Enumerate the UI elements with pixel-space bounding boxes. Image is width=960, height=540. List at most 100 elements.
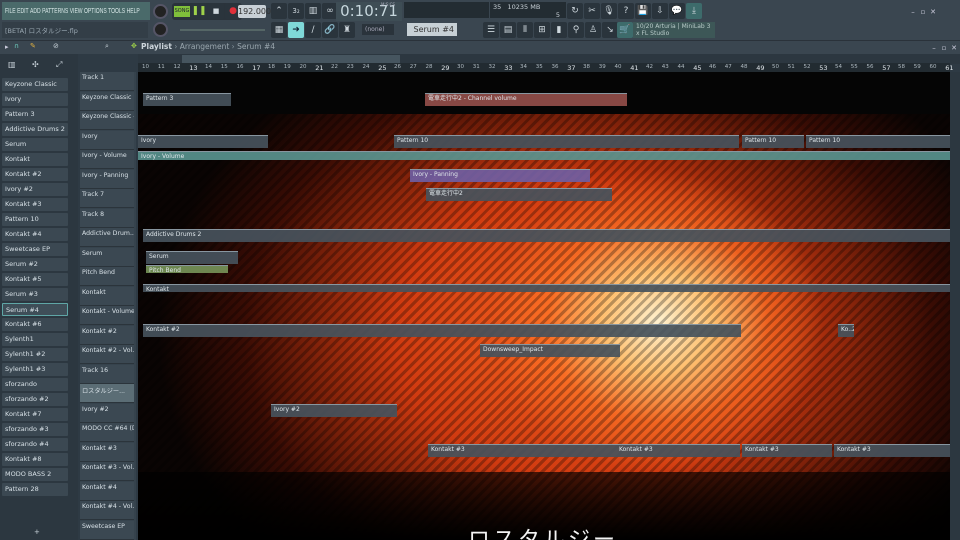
automation-clip-icon[interactable]: ⤢ <box>56 60 62 70</box>
save-icon[interactable]: 💾 <box>635 3 651 19</box>
pattern-item[interactable]: Kontakt #3 <box>2 198 68 211</box>
menu-help[interactable]: HELP <box>127 8 140 15</box>
breadcrumb-pattern[interactable]: Serum #4 <box>237 42 275 51</box>
pattern-item[interactable]: sforzando #3 <box>2 423 68 436</box>
cut-icon[interactable]: ✂ <box>584 3 600 19</box>
song-mode-toggle[interactable]: SONG <box>174 6 190 17</box>
pattern-item[interactable]: Addictive Drums 2 <box>2 123 68 136</box>
menu-view[interactable]: VIEW <box>70 8 83 15</box>
playlist-arrangement[interactable]: Pattern 3 電車走行中2 - Channel volume Ivory … <box>138 72 950 540</box>
clip-pattern-3[interactable]: Pattern 3 <box>143 93 231 106</box>
clip-kontakt-3[interactable]: Kontakt #3 <box>742 444 832 457</box>
track-header[interactable]: Addictive Drum... <box>80 228 134 247</box>
clip-channel-volume[interactable]: 電車走行中2 - Channel volume <box>425 93 627 106</box>
pattern-item[interactable]: Serum #2 <box>2 258 68 271</box>
clip-train[interactable]: 電車走行中2 <box>426 188 612 201</box>
pitch-slider[interactable] <box>180 29 265 31</box>
clip-ivory-panning[interactable]: Ivory - Panning <box>410 169 590 182</box>
master-pitch-knob[interactable] <box>153 22 168 37</box>
track-header[interactable]: Track 16 <box>80 364 134 384</box>
pattern-item[interactable]: Kontakt #5 <box>2 273 68 286</box>
pattern-item[interactable]: Kontakt <box>2 153 68 166</box>
clip-kontakt-3[interactable]: Kontakt #3 <box>616 444 740 457</box>
pattern-item[interactable]: Sylenth1 <box>2 333 68 346</box>
track-header[interactable]: Kontakt #2 - Vol... <box>80 345 134 364</box>
clip-downsweep-impact[interactable]: Downsweep_Impact <box>480 344 620 357</box>
minimize-button[interactable]: – <box>909 8 917 16</box>
track-header[interactable]: Kontakt #4 - Vol... <box>80 501 134 520</box>
clip-ivory-2[interactable]: Ivory #2 <box>271 404 397 417</box>
pattern-item[interactable]: Kontakt #2 <box>2 168 68 181</box>
track-header[interactable]: Ivory <box>80 130 134 150</box>
pattern-item[interactable]: Serum <box>2 138 68 151</box>
link-icon[interactable]: 🔗 <box>322 22 338 38</box>
clip-serum[interactable]: Serum <box>146 251 238 264</box>
clip-ko-2[interactable]: Ko..2 <box>838 324 854 337</box>
typing-keyboard-icon[interactable]: ▦ <box>271 22 287 38</box>
tempo-tapper-icon[interactable]: ♙ <box>585 22 601 38</box>
zoom-tool-icon[interactable]: ⌕ <box>105 42 109 51</box>
stop-button[interactable]: ■ <box>208 3 224 19</box>
vertical-scrollbar[interactable] <box>950 72 960 540</box>
clip-ivory[interactable]: Ivory <box>138 135 268 148</box>
pattern-item[interactable]: sforzando <box>2 378 68 391</box>
pattern-item[interactable]: Kontakt #4 <box>2 228 68 241</box>
pattern-item[interactable]: Serum #3 <box>2 288 68 301</box>
pattern-item[interactable]: Sweetcase EP <box>2 243 68 256</box>
track-header[interactable]: Pitch Bend <box>80 267 134 286</box>
track-header[interactable]: Kontakt <box>80 286 134 306</box>
master-volume-knob[interactable] <box>153 4 168 19</box>
clip-pattern-10[interactable]: Pattern 10 <box>806 135 950 148</box>
automation-icon[interactable]: ∕ <box>305 22 321 38</box>
pattern-item[interactable]: Pattern 10 <box>2 213 68 226</box>
mixer-icon[interactable]: ⫴ <box>517 22 533 38</box>
draw-tool-icon[interactable]: ✎ <box>30 42 36 50</box>
pattern-item[interactable]: Kontakt #7 <box>2 408 68 421</box>
clip-pattern-10[interactable]: Pattern 10 <box>394 135 739 148</box>
track-header[interactable]: MODO CC #64 (Dam... <box>80 423 134 442</box>
track-header[interactable]: Ivory - Panning <box>80 169 134 189</box>
scroll-thumb[interactable] <box>182 55 400 63</box>
track-header[interactable]: Kontakt #3 <box>80 442 134 462</box>
render-icon[interactable]: ⇩ <box>652 3 668 19</box>
close-button[interactable]: ✕ <box>929 8 937 16</box>
pattern-item[interactable]: Keyzone Classic <box>2 78 68 91</box>
cart-icon[interactable]: 🛒 <box>617 22 633 38</box>
step-edit-icon[interactable]: ▥ <box>305 3 321 19</box>
browser-icon[interactable]: ⊞ <box>534 22 550 38</box>
track-header[interactable]: Kontakt #2 <box>80 325 134 345</box>
clip-pattern-10[interactable]: Pattern 10 <box>742 135 804 148</box>
channel-rack-icon[interactable]: ☰ <box>483 22 499 38</box>
pattern-item[interactable]: Sylenth1 #3 <box>2 363 68 376</box>
file-icon[interactable]: ▮ <box>551 22 567 38</box>
clip-pitch-bend[interactable]: Pitch Bend <box>146 265 228 273</box>
clip-kontakt-3[interactable]: Kontakt #3 <box>428 444 616 457</box>
pattern-item[interactable]: Kontakt #8 <box>2 453 68 466</box>
tempo-display[interactable]: 192.000 <box>238 5 271 18</box>
piano-roll-icon[interactable]: ▤ <box>500 22 516 38</box>
pattern-item[interactable]: Kontakt #6 <box>2 318 68 331</box>
hat-icon[interactable]: ♜ <box>339 22 355 38</box>
add-pattern-button[interactable]: + <box>34 528 40 536</box>
track-header[interactable]: Ivory #2 <box>80 403 134 423</box>
pattern-item[interactable]: Sylenth1 #2 <box>2 348 68 361</box>
pattern-item[interactable]: Pattern 3 <box>2 108 68 121</box>
track-header[interactable]: Keyzone Classic <box>80 91 134 111</box>
track-header[interactable]: Sweetcase EP <box>80 520 134 540</box>
countdown-icon[interactable]: 3₂ <box>288 3 304 19</box>
mute-tool-icon[interactable]: ⊘ <box>53 42 59 50</box>
track-header[interactable]: Kontakt #3 - Vol... <box>80 462 134 481</box>
pattern-item[interactable]: Ivory <box>2 93 68 106</box>
plugin-icon[interactable]: ⚲ <box>568 22 584 38</box>
clip-kontakt-3[interactable]: Kontakt #3 <box>834 444 950 457</box>
playlist-maximize[interactable]: ▫ <box>940 44 948 52</box>
clip-ivory-volume[interactable]: Ivory - Volume <box>138 151 950 160</box>
track-header[interactable]: Track 1 <box>80 72 134 91</box>
timeline-ruler[interactable]: 10 11 12 13 14 15 16 17 18 19 20 21 22 23 24 25 26 27 28 29… <box>138 63 954 72</box>
magnet-snap-icon[interactable]: ∩ <box>14 42 19 50</box>
pattern-item[interactable]: Serum #4 <box>2 303 68 316</box>
track-header[interactable]: ロスタルジー... <box>80 384 134 403</box>
track-header[interactable]: Kontakt #4 <box>80 481 134 501</box>
pattern-item[interactable]: Ivory #2 <box>2 183 68 196</box>
track-header[interactable]: Track 8 <box>80 208 134 228</box>
